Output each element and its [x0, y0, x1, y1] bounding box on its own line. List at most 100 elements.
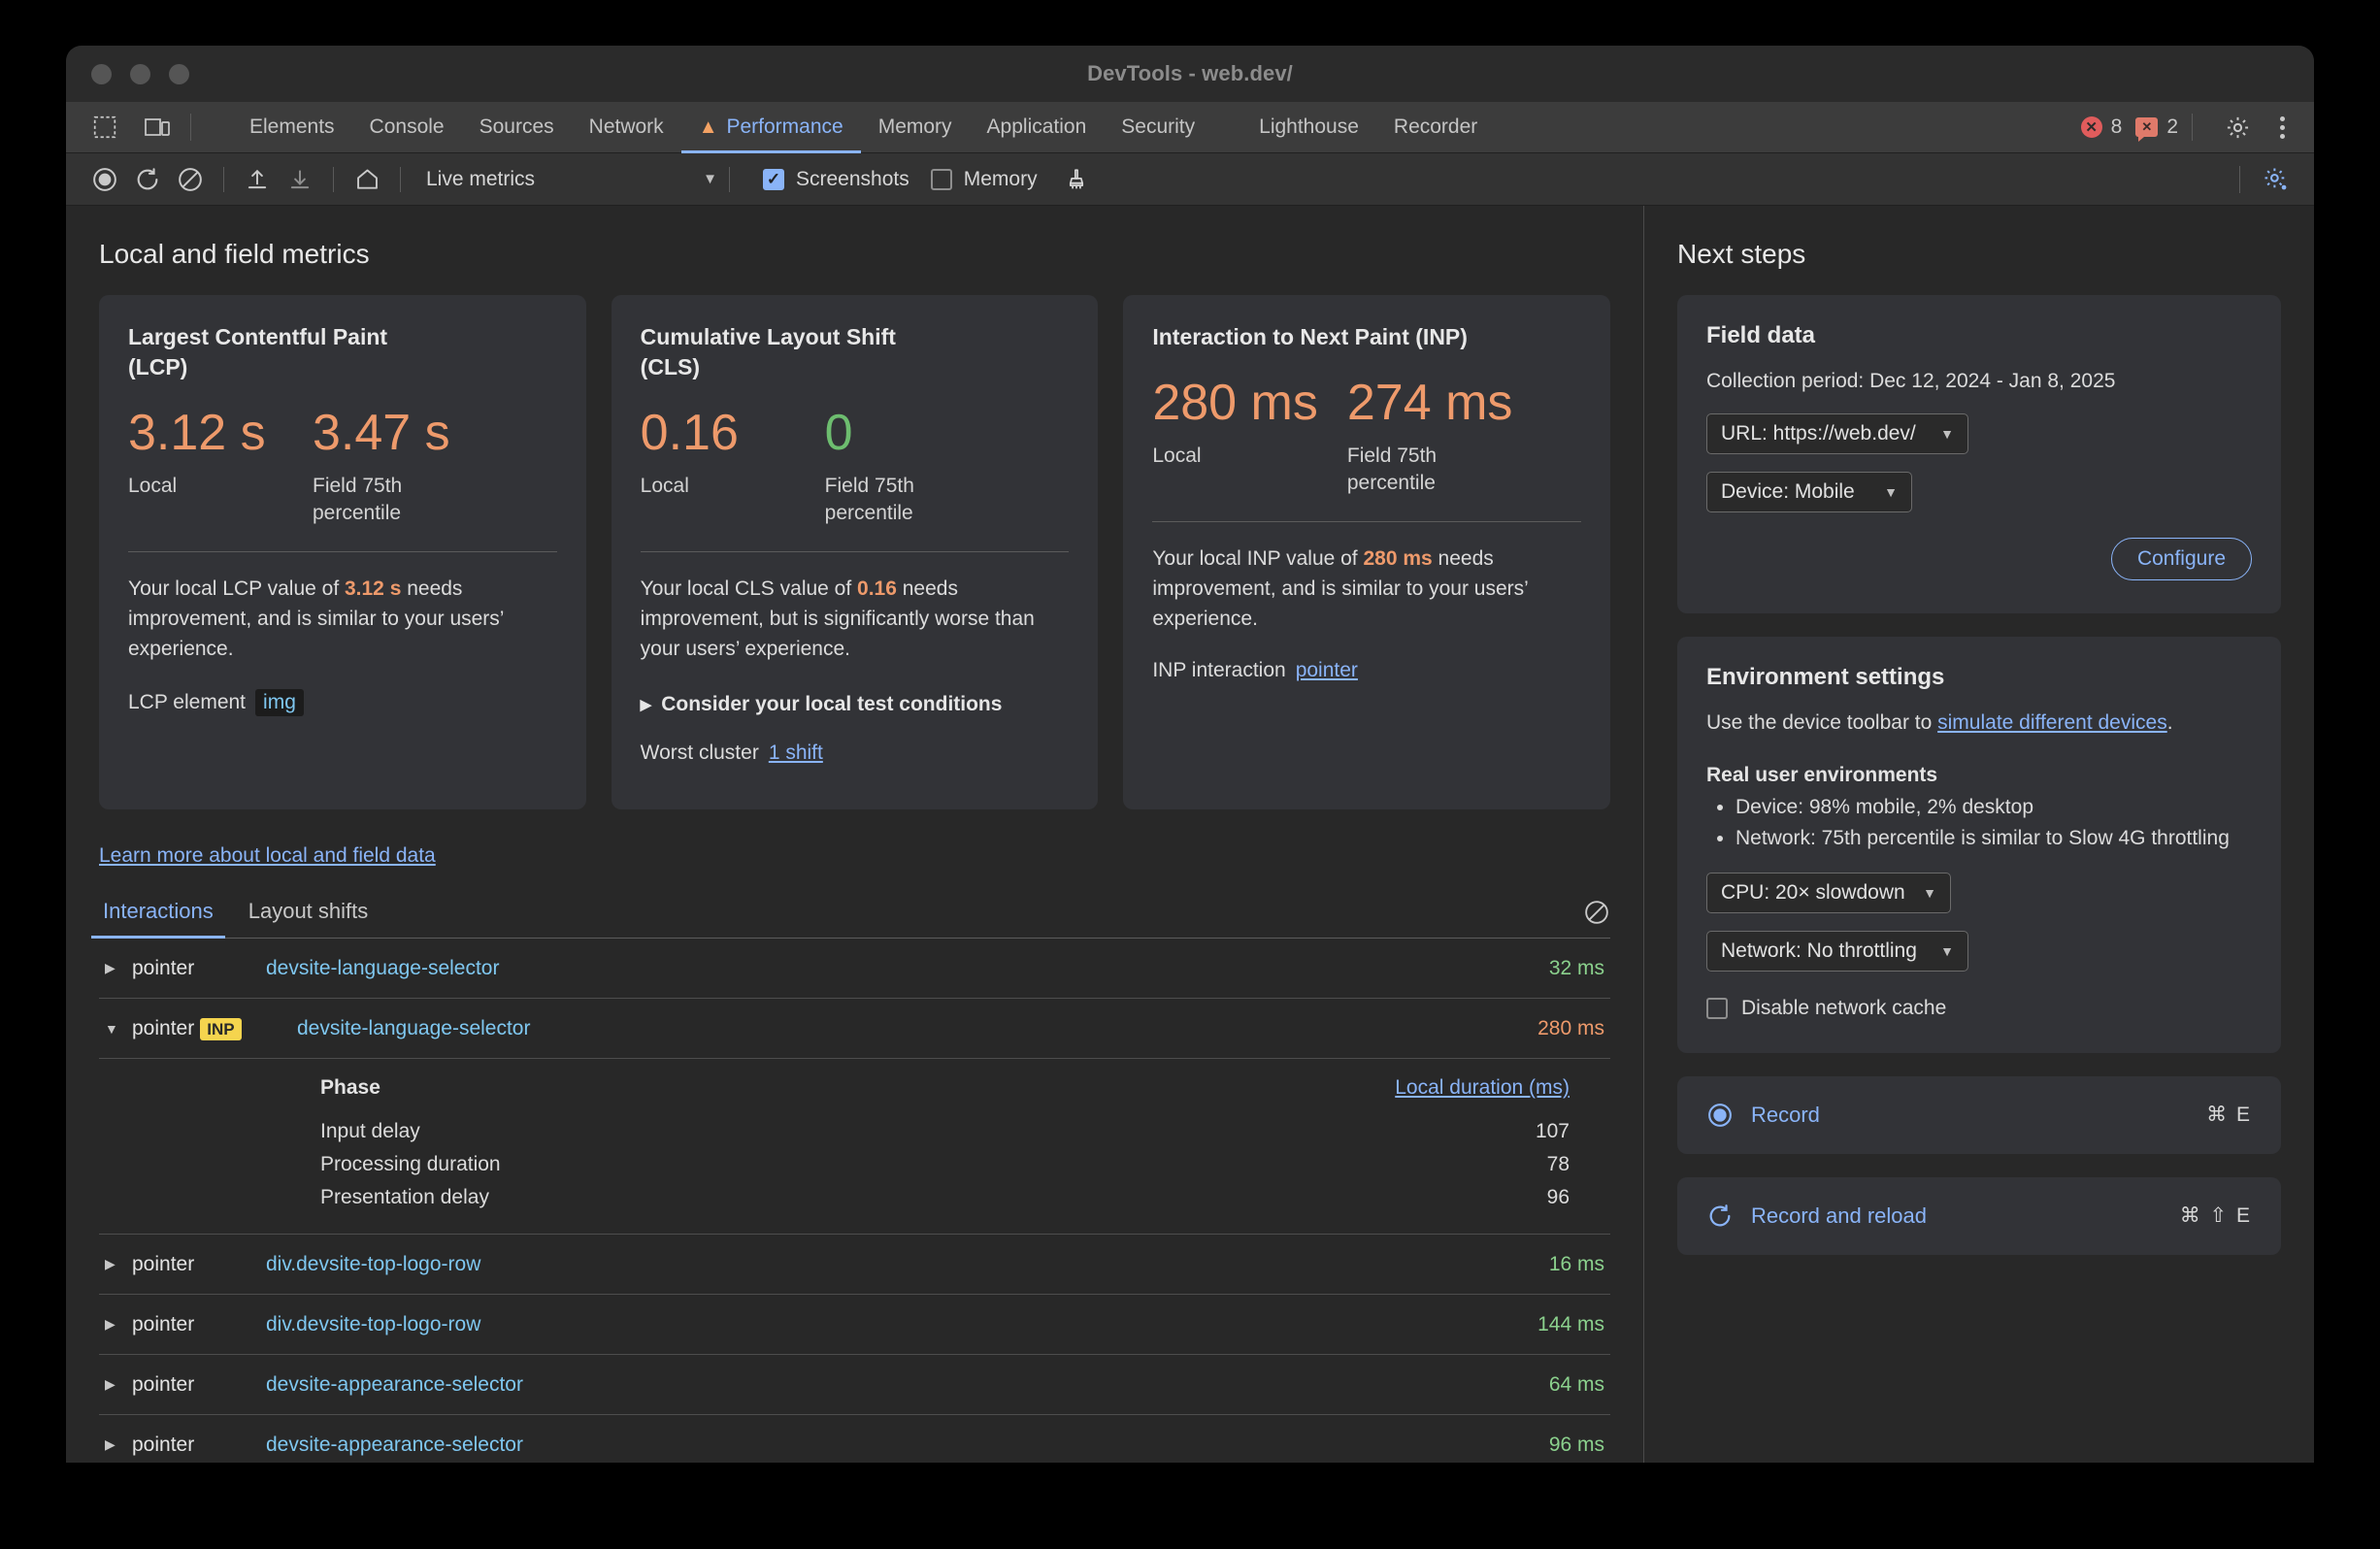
warning-counter[interactable]: ✕ 2 [2135, 115, 2178, 142]
device-toolbar-icon[interactable] [136, 111, 179, 144]
performance-content: Local and field metrics Largest Contentf… [66, 206, 2314, 1463]
triangle-right-icon[interactable]: ▶ [99, 1436, 132, 1453]
local-value-label: Local [640, 475, 689, 498]
tab-recorder[interactable]: Recorder [1376, 102, 1495, 153]
interaction-selector[interactable]: devsite-appearance-selector [266, 1373, 523, 1397]
tab-security[interactable]: Security [1104, 102, 1212, 153]
tab-console[interactable]: Console [352, 102, 462, 153]
disable-network-cache-checkbox[interactable]: Disable network cache [1706, 997, 2252, 1020]
clear-icon[interactable] [169, 160, 212, 199]
duration-column-header[interactable]: Local duration (ms) [1395, 1076, 1570, 1100]
real-user-environments-title: Real user environments [1706, 763, 1938, 786]
capture-settings-icon[interactable] [2254, 160, 2297, 199]
local-and-field-metrics-pane: Local and field metrics Largest Contentf… [66, 206, 1643, 1463]
tab-elements[interactable]: Elements [232, 102, 352, 153]
interaction-selector[interactable]: devsite-language-selector [266, 957, 499, 980]
checkbox-unchecked-icon [930, 168, 952, 190]
environment-settings-panel: Environment settings Use the device tool… [1677, 637, 2281, 1053]
clear-interactions-icon[interactable] [1583, 899, 1610, 938]
screenshots-label: Screenshots [796, 167, 909, 190]
table-row[interactable]: ▶ pointer div.devsite-top-logo-row 16 ms [99, 1235, 1610, 1296]
tab-layout-shifts[interactable]: Layout shifts [245, 899, 373, 938]
phase-value: 107 [1535, 1120, 1570, 1142]
warning-count-label: 2 [2166, 115, 2178, 138]
url-select[interactable]: URL: https://web.dev/ ▼ [1706, 413, 1968, 455]
card-divider [1152, 520, 1582, 522]
home-icon[interactable] [346, 160, 388, 199]
memory-checkbox[interactable]: Memory [930, 168, 1038, 191]
table-row[interactable]: ▶ pointer devsite-language-selector 32 m… [99, 939, 1610, 999]
metric-description: Your local LCP value of 3.12 s needs imp… [128, 574, 557, 664]
interaction-selector[interactable]: devsite-language-selector [297, 1017, 530, 1040]
local-test-conditions-disclosure[interactable]: ▶ Consider your local test conditions [641, 693, 1070, 716]
record-label: Record [1751, 1102, 1820, 1127]
network-throttling-select[interactable]: Network: No throttling ▼ [1706, 930, 1968, 972]
tab-label: Security [1121, 115, 1196, 138]
interaction-duration: 16 ms [1548, 1252, 1604, 1275]
record-button[interactable]: Record ⌘ E [1677, 1075, 2281, 1154]
triangle-right-icon[interactable]: ▶ [99, 1376, 132, 1393]
download-profile-icon[interactable] [279, 160, 321, 199]
metric-values: 280 ms Local 274 ms Field 75th percentil… [1152, 375, 1581, 496]
tab-sources[interactable]: Sources [462, 102, 572, 153]
configure-button[interactable]: Configure [2110, 538, 2252, 581]
tab-network[interactable]: Network [572, 102, 681, 153]
list-item: Network: 75th percentile is similar to S… [1735, 824, 2252, 853]
interaction-duration: 32 ms [1548, 956, 1604, 979]
simulate-devices-link[interactable]: simulate different devices [1937, 711, 2167, 734]
field-value-group: 3.47 s Field 75th percentile [313, 405, 458, 526]
field-value: 0 [824, 405, 853, 462]
triangle-right-icon[interactable]: ▶ [99, 960, 132, 976]
local-value-group: 280 ms Local [1152, 375, 1318, 496]
phase-row: Processing duration 78 [320, 1148, 1570, 1181]
toolbar-right-group [2239, 160, 2314, 199]
interaction-selector[interactable]: div.devsite-top-logo-row [266, 1253, 480, 1276]
inp-interaction-link[interactable]: pointer [1296, 659, 1358, 682]
mode-select-value: Live metrics [426, 167, 536, 190]
triangle-right-icon[interactable]: ▶ [99, 1316, 132, 1333]
record-icon[interactable] [83, 160, 126, 199]
triangle-down-icon[interactable]: ▼ [99, 1021, 132, 1037]
inp-badge: INP [200, 1017, 242, 1040]
worst-cluster-link[interactable]: 1 shift [769, 742, 823, 765]
collection-period: Collection period: Dec 12, 2024 - Jan 8,… [1706, 370, 2116, 392]
field-value-group: 0 Field 75th percentile [824, 405, 971, 526]
phase-value: 96 [1546, 1186, 1570, 1209]
kebab-menu-icon[interactable] [2272, 115, 2293, 139]
tab-application[interactable]: Application [970, 102, 1105, 153]
record-and-reload-button[interactable]: Record and reload ⌘ ⇧ E [1677, 1176, 2281, 1255]
tab-label: Console [369, 115, 445, 138]
upload-profile-icon[interactable] [236, 160, 279, 199]
metric-card-title: Largest Contentful Paint (LCP) [128, 324, 388, 380]
record-and-reload-icon[interactable] [126, 160, 169, 199]
tab-memory[interactable]: Memory [861, 102, 970, 153]
inspect-icon[interactable] [83, 111, 126, 144]
tab-interactions[interactable]: Interactions [91, 899, 225, 939]
table-row[interactable]: ▶ pointer devsite-appearance-selector 64… [99, 1355, 1610, 1416]
table-row[interactable]: ▶ pointer div.devsite-top-logo-row 144 m… [99, 1295, 1610, 1356]
interaction-selector[interactable]: div.devsite-top-logo-row [266, 1313, 480, 1336]
lcp-element-chip[interactable]: img [255, 689, 304, 717]
error-counter[interactable]: ✕ 8 [2080, 115, 2122, 139]
tab-lighthouse[interactable]: Lighthouse [1241, 102, 1376, 153]
brush-icon[interactable] [1055, 160, 1098, 199]
gear-icon[interactable] [2216, 111, 2259, 144]
field-value-label: Field 75th percentile [824, 475, 914, 524]
list-item: Device: 98% mobile, 2% desktop [1735, 793, 2252, 822]
device-select[interactable]: Device: Mobile ▼ [1706, 472, 1912, 513]
interaction-selector[interactable]: devsite-appearance-selector [266, 1434, 523, 1457]
tab-performance[interactable]: ▲ Performance [680, 102, 861, 153]
screenshots-checkbox[interactable]: ✓ Screenshots [763, 168, 909, 191]
lcp-element-label: LCP element [128, 691, 247, 714]
learn-more-link[interactable]: Learn more about local and field data [99, 844, 436, 867]
mode-select[interactable]: Live metrics ▼ [426, 168, 717, 191]
table-row[interactable]: ▶ pointer devsite-appearance-selector 96… [99, 1415, 1610, 1463]
real-user-environments-list: Device: 98% mobile, 2% desktop Network: … [1735, 793, 2252, 853]
table-row[interactable]: ▼ pointer INP devsite-language-selector 2… [99, 999, 1610, 1059]
triangle-right-icon[interactable]: ▶ [99, 1256, 132, 1272]
desktop-background: DevTools - web.dev/ Elements Console Sou… [0, 0, 2380, 1549]
error-circle-icon: ✕ [2080, 116, 2102, 138]
metric-description: Your local INP value of 280 ms needs imp… [1152, 544, 1581, 634]
inp-interaction-row: INP interaction pointer [1152, 659, 1581, 682]
cpu-throttling-select[interactable]: CPU: 20× slowdown ▼ [1706, 872, 1951, 913]
